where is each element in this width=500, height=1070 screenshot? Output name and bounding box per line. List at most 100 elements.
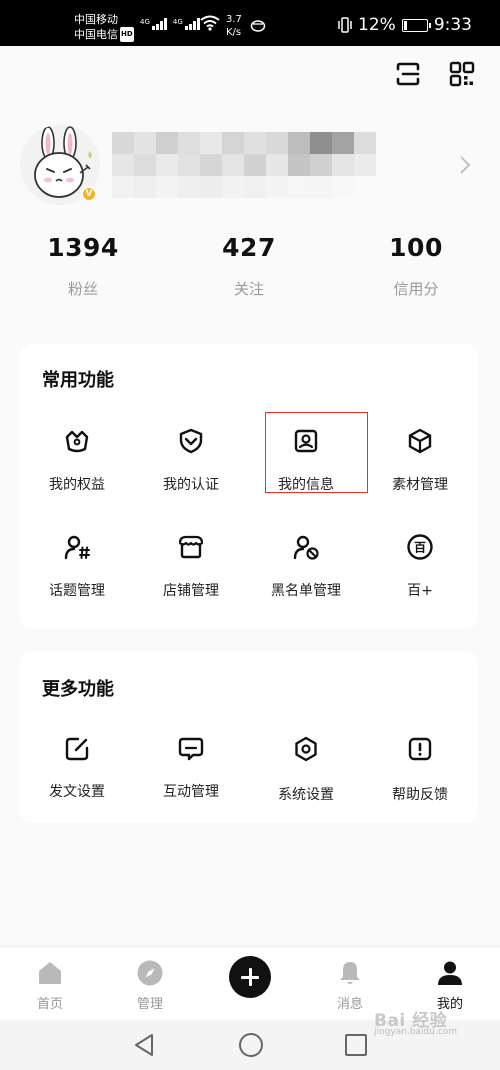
more-functions-card: 更多功能 发文设置 互动管理 系统设置 帮助反馈 [20,651,478,823]
tab-manage[interactable]: 管理 [110,947,190,1021]
grid-item-blacklist[interactable]: 黑名单管理 [249,528,363,628]
mosaic-cell [332,176,354,198]
clock: 9:33 [433,15,472,35]
qr-code-icon[interactable] [448,60,476,88]
grid-item-label: 百+ [407,583,433,599]
mosaic-cell [354,176,376,198]
plus-icon[interactable] [229,956,271,998]
grid-item-label: 帮助反馈 [392,787,448,803]
tab-mine[interactable]: 我的 [410,947,490,1021]
mosaic-cell [266,154,288,176]
shop-icon [178,535,204,559]
battery-percent: 12% [358,15,396,35]
grid-item-label: 我的权益 [49,477,105,493]
mosaic-cell [134,154,156,176]
app-notification-icon [250,20,266,32]
topic-icon [64,535,90,560]
mosaic-cell [310,154,332,176]
user-icon [438,961,462,985]
carrier-info: 中国移动 中国电信 HD [74,12,134,42]
stat-credit[interactable]: 100 信用分 [356,233,476,299]
mosaic-cell [354,132,376,154]
recents-icon[interactable] [344,1032,368,1058]
bai-glyph: 百 [414,541,426,555]
stat-value: 427 [222,233,276,262]
stat-value: 100 [389,233,443,262]
vibrate-icon [338,17,352,33]
mosaic-cell [200,132,222,154]
mosaic-cell [112,132,134,154]
home-icon [39,962,61,984]
grid-item-label: 发文设置 [49,784,105,800]
blacklist-icon [293,535,319,560]
mosaic-cell [244,154,266,176]
grid-item-verification[interactable]: 我的认证 [134,422,248,522]
tab-label: 首页 [36,997,63,1012]
mosaic-cell [134,176,156,198]
mosaic-cell [222,176,244,198]
mosaic-cell [244,132,266,154]
grid-item-interaction[interactable]: 互动管理 [134,731,248,831]
chevron-right-icon[interactable] [458,155,472,175]
grid-item-label: 店铺管理 [163,583,219,599]
stat-following[interactable]: 427 关注 [189,233,309,299]
tab-label: 消息 [336,997,363,1012]
scan-icon[interactable] [394,60,422,88]
mosaic-cell [266,176,288,198]
section-title: 常用功能 [42,370,114,391]
grid-item-system-settings[interactable]: 系统设置 [249,731,363,831]
mosaic-cell [178,176,200,198]
back-icon[interactable] [132,1032,156,1058]
network-speed: 3.7 K/s [226,14,242,38]
signal-icon: 4G [173,18,200,30]
grid-item-label: 黑名单管理 [271,583,341,599]
mosaic-cell [332,154,354,176]
compass-icon [137,960,163,986]
mosaic-cell [200,176,222,198]
cube-icon [408,428,432,454]
home-nav-icon[interactable] [238,1032,264,1058]
mosaic-cell [200,154,222,176]
stat-label: 信用分 [393,280,439,298]
hd-badge: HD [120,27,134,42]
tab-home[interactable]: 首页 [10,947,90,1021]
grid-item-label: 系统设置 [278,787,334,803]
mosaic-cell [112,154,134,176]
grid-item-shop[interactable]: 店铺管理 [134,528,248,628]
status-bar: 中国移动 中国电信 HD 4G 4G 3.7 K/s 12% 9:33 [0,0,500,46]
edit-icon [65,737,89,761]
tab-messages[interactable]: 消息 [310,947,390,1021]
verified-badge: V [81,186,97,202]
mosaic-cell [156,154,178,176]
mosaic-cell [112,176,134,198]
grid-item-label: 我的认证 [163,477,219,493]
carrier-2: 中国电信 [74,28,118,41]
stat-fans[interactable]: 1394 粉丝 [23,233,143,299]
mosaic-cell [288,176,310,198]
mosaic-cell [178,154,200,176]
status-right: 12% 9:33 [338,15,472,35]
mosaic-cell [310,132,332,154]
tab-label: 管理 [136,997,163,1012]
mosaic-cell [156,132,178,154]
feedback-icon [408,737,432,761]
stat-label: 粉丝 [67,280,98,298]
mosaic-cell [310,176,332,198]
bai-icon: 百 [407,534,433,560]
grid-item-label: 话题管理 [49,583,105,599]
blurred-username [112,132,376,198]
grid-item-label: 互动管理 [163,784,219,800]
grid-item-post-settings[interactable]: 发文设置 [20,731,134,831]
grid-item-my-rights[interactable]: 我的权益 [20,422,134,522]
wifi-icon [200,15,220,31]
signal-icon: 4G [140,18,167,30]
grid-item-bai-plus[interactable]: 百 百+ [363,528,477,628]
crown-icon [65,430,89,453]
mosaic-cell [288,132,310,154]
mosaic-cell [178,132,200,154]
grid-item-topics[interactable]: 话题管理 [20,528,134,628]
grid-item-materials[interactable]: 素材管理 [363,422,477,522]
grid-item-help-feedback[interactable]: 帮助反馈 [363,731,477,831]
bell-icon [340,962,360,984]
mosaic-cell [288,154,310,176]
